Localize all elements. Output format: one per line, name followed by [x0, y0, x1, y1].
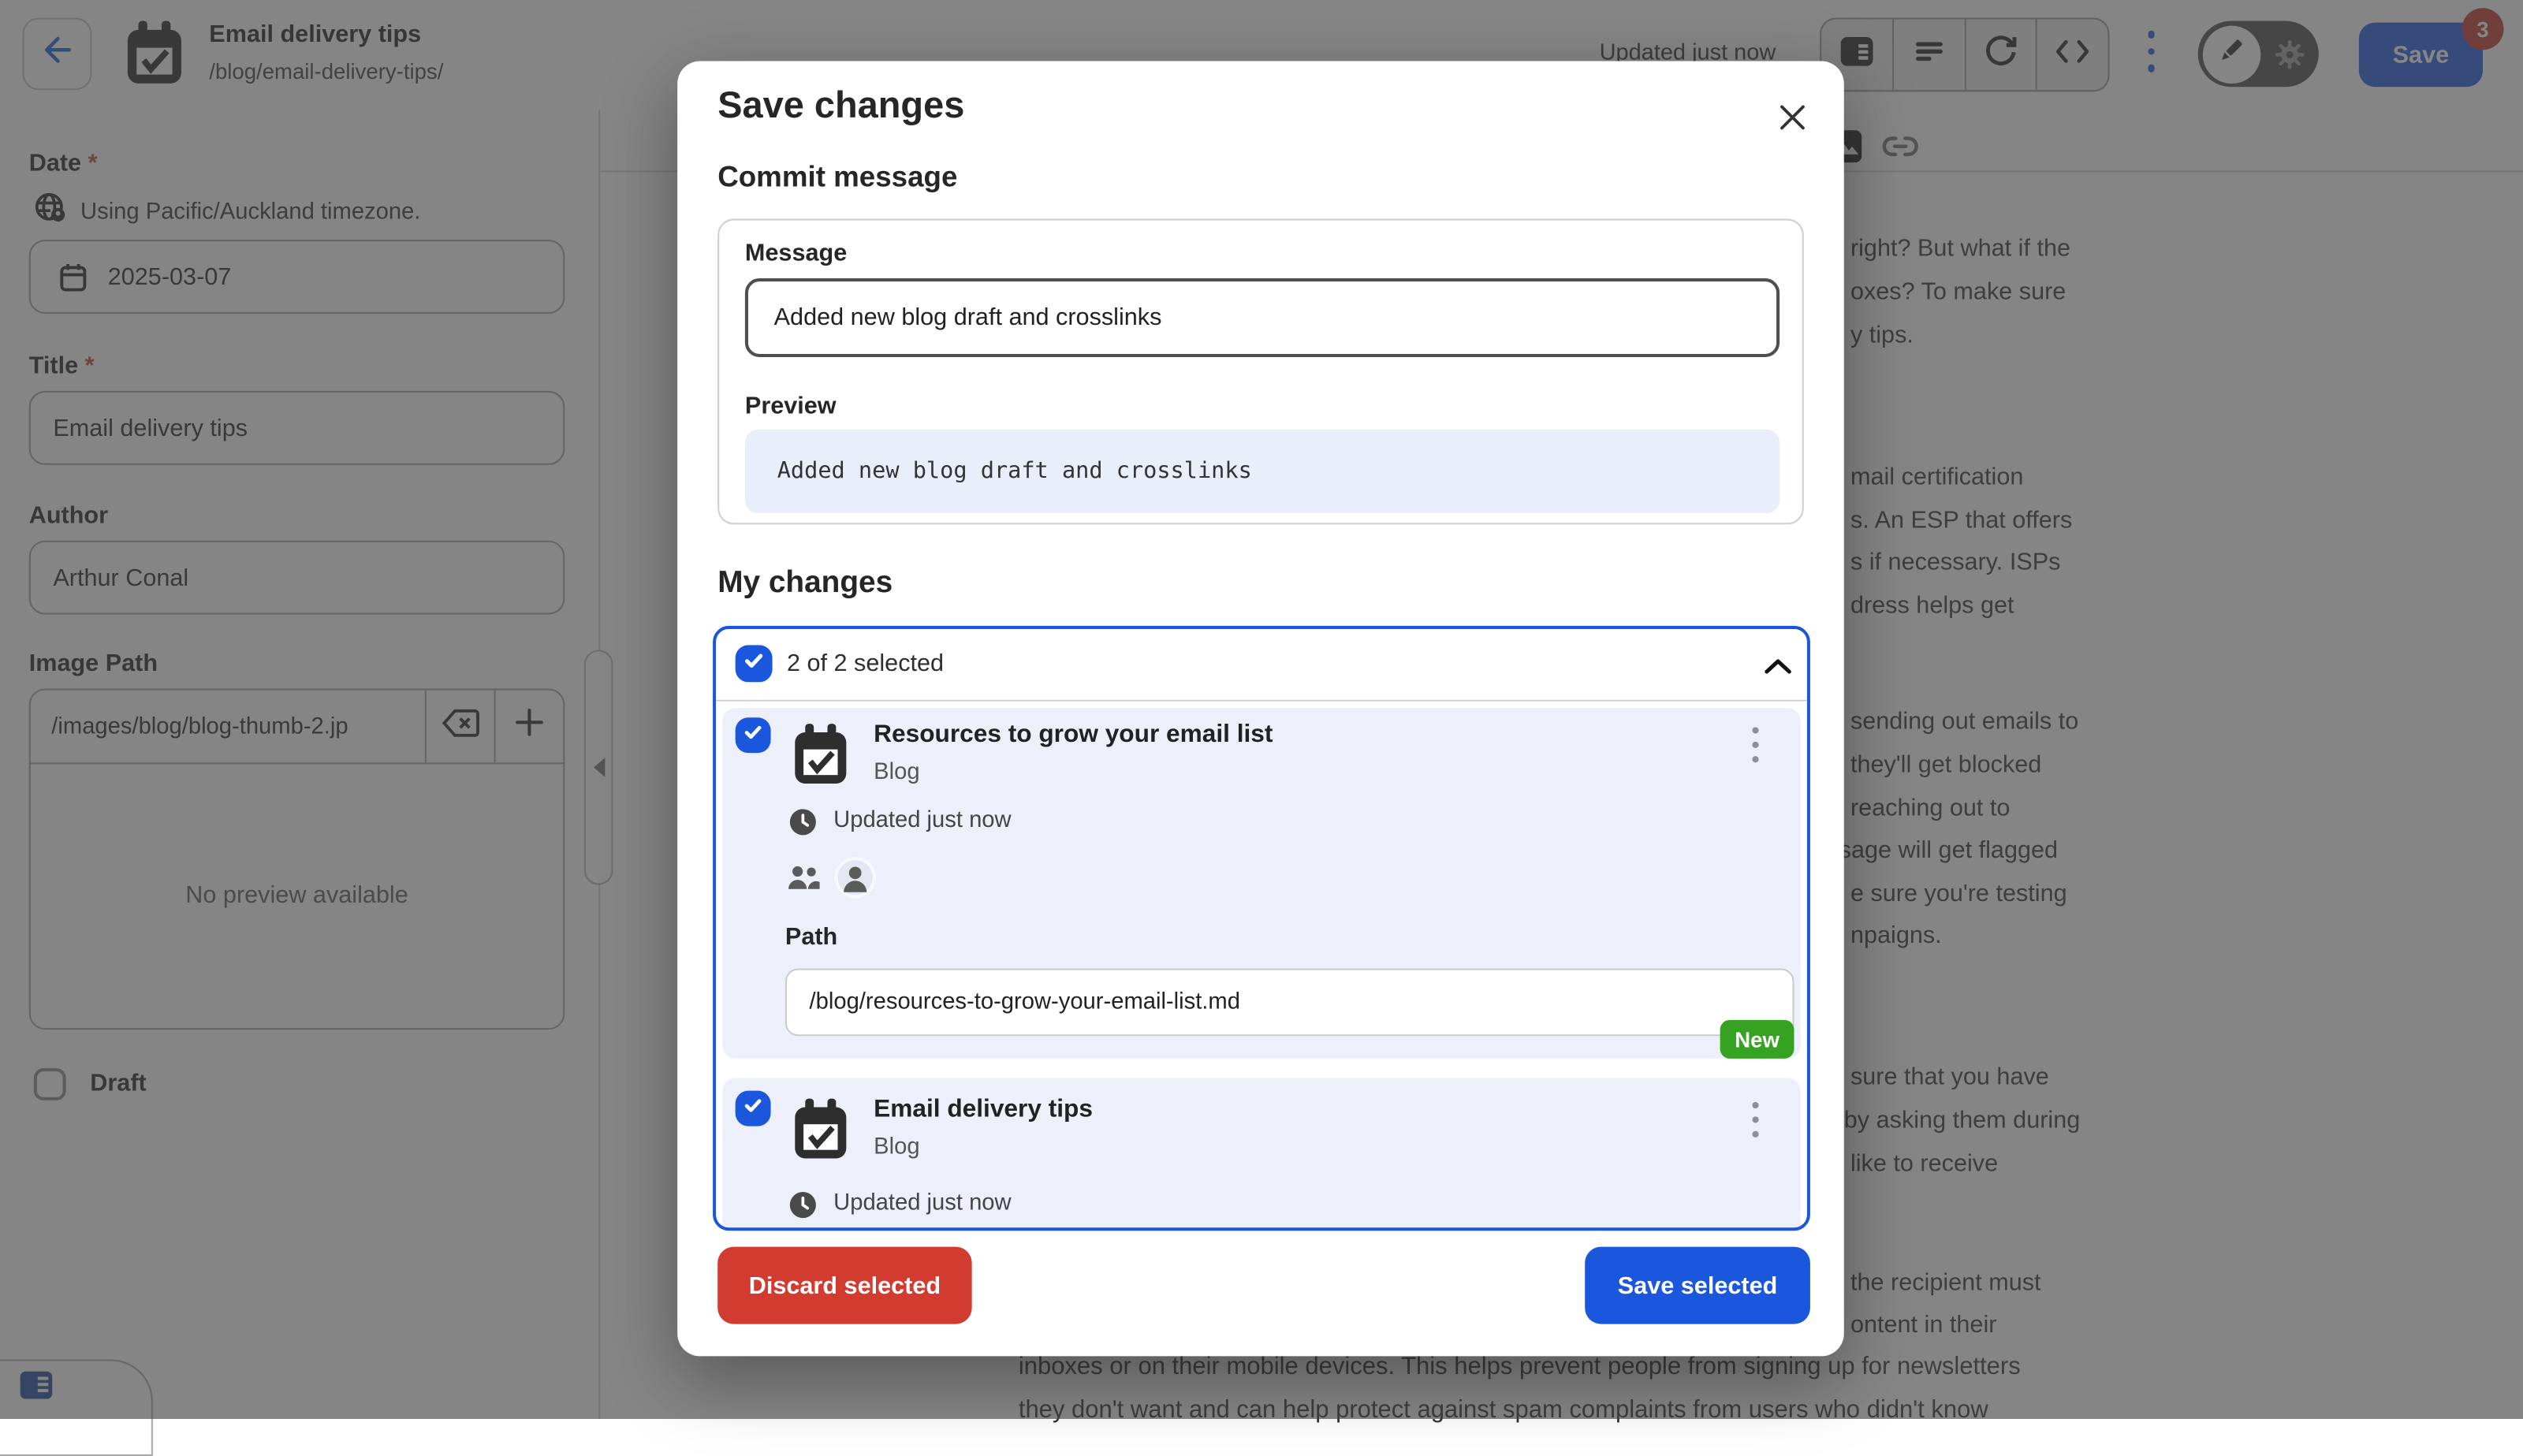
- screen: Email delivery tips /blog/email-delivery…: [0, 0, 2523, 1419]
- message-label: Message: [745, 240, 847, 267]
- save-changes-modal: Save changes Commit message Message Adde…: [677, 61, 1844, 1357]
- commit-message-heading: Commit message: [717, 161, 957, 195]
- preview-label: Preview: [745, 393, 837, 420]
- discard-selected-button[interactable]: Discard selected: [717, 1247, 971, 1324]
- item-checkbox[interactable]: [736, 717, 771, 753]
- my-changes-heading: My changes: [717, 566, 893, 601]
- item-path-input[interactable]: /blog/resources-to-grow-your-email-list.…: [785, 969, 1794, 1037]
- person-icon: [833, 856, 877, 907]
- save-selected-button[interactable]: Save selected: [1585, 1247, 1810, 1324]
- change-item-title: Email delivery tips: [874, 1096, 1093, 1125]
- collection-icon: [793, 1096, 848, 1171]
- kebab-icon: [1752, 1102, 1759, 1138]
- change-item: Email delivery tips Blog Updated just no…: [722, 1078, 1800, 1231]
- commit-message-input[interactable]: Added new blog draft and crosslinks: [745, 278, 1780, 357]
- item-checkbox[interactable]: [736, 1091, 771, 1126]
- change-item-updated: Updated just now: [833, 1190, 1011, 1216]
- selection-summary-row[interactable]: 2 of 2 selected: [716, 629, 1807, 702]
- collection-icon: [793, 721, 848, 796]
- check-icon: [742, 647, 766, 680]
- commit-preview: Added new blog draft and crosslinks: [745, 430, 1780, 513]
- kebab-icon: [1752, 727, 1759, 762]
- people-icon: [785, 862, 822, 901]
- new-badge: New: [1720, 1020, 1794, 1059]
- changes-card: 2 of 2 selected Resources to grow your e…: [713, 626, 1810, 1231]
- selection-summary: 2 of 2 selected: [787, 650, 944, 677]
- clock-icon: [788, 807, 818, 844]
- check-icon: [742, 1093, 765, 1124]
- path-label: Path: [785, 923, 837, 951]
- modal-title: Save changes: [717, 84, 964, 127]
- change-item: Resources to grow your email list Blog U…: [722, 708, 1800, 1059]
- change-item-collection: Blog: [874, 1134, 919, 1160]
- changes-list: Resources to grow your email list Blog U…: [716, 702, 1807, 1227]
- change-item-collection: Blog: [874, 759, 919, 785]
- clock-icon: [788, 1190, 818, 1227]
- change-item-title: Resources to grow your email list: [874, 721, 1273, 750]
- select-all-checkbox[interactable]: [736, 645, 773, 682]
- item-menu-button[interactable]: [1746, 1102, 1765, 1144]
- change-item-updated: Updated just now: [833, 807, 1011, 833]
- close-button[interactable]: [1775, 100, 1810, 136]
- check-icon: [742, 720, 765, 750]
- chevron-up-icon: [1762, 655, 1794, 684]
- commit-card: Message Added new blog draft and crossli…: [717, 219, 1804, 525]
- item-menu-button[interactable]: [1746, 727, 1765, 769]
- close-icon: [1775, 114, 1810, 142]
